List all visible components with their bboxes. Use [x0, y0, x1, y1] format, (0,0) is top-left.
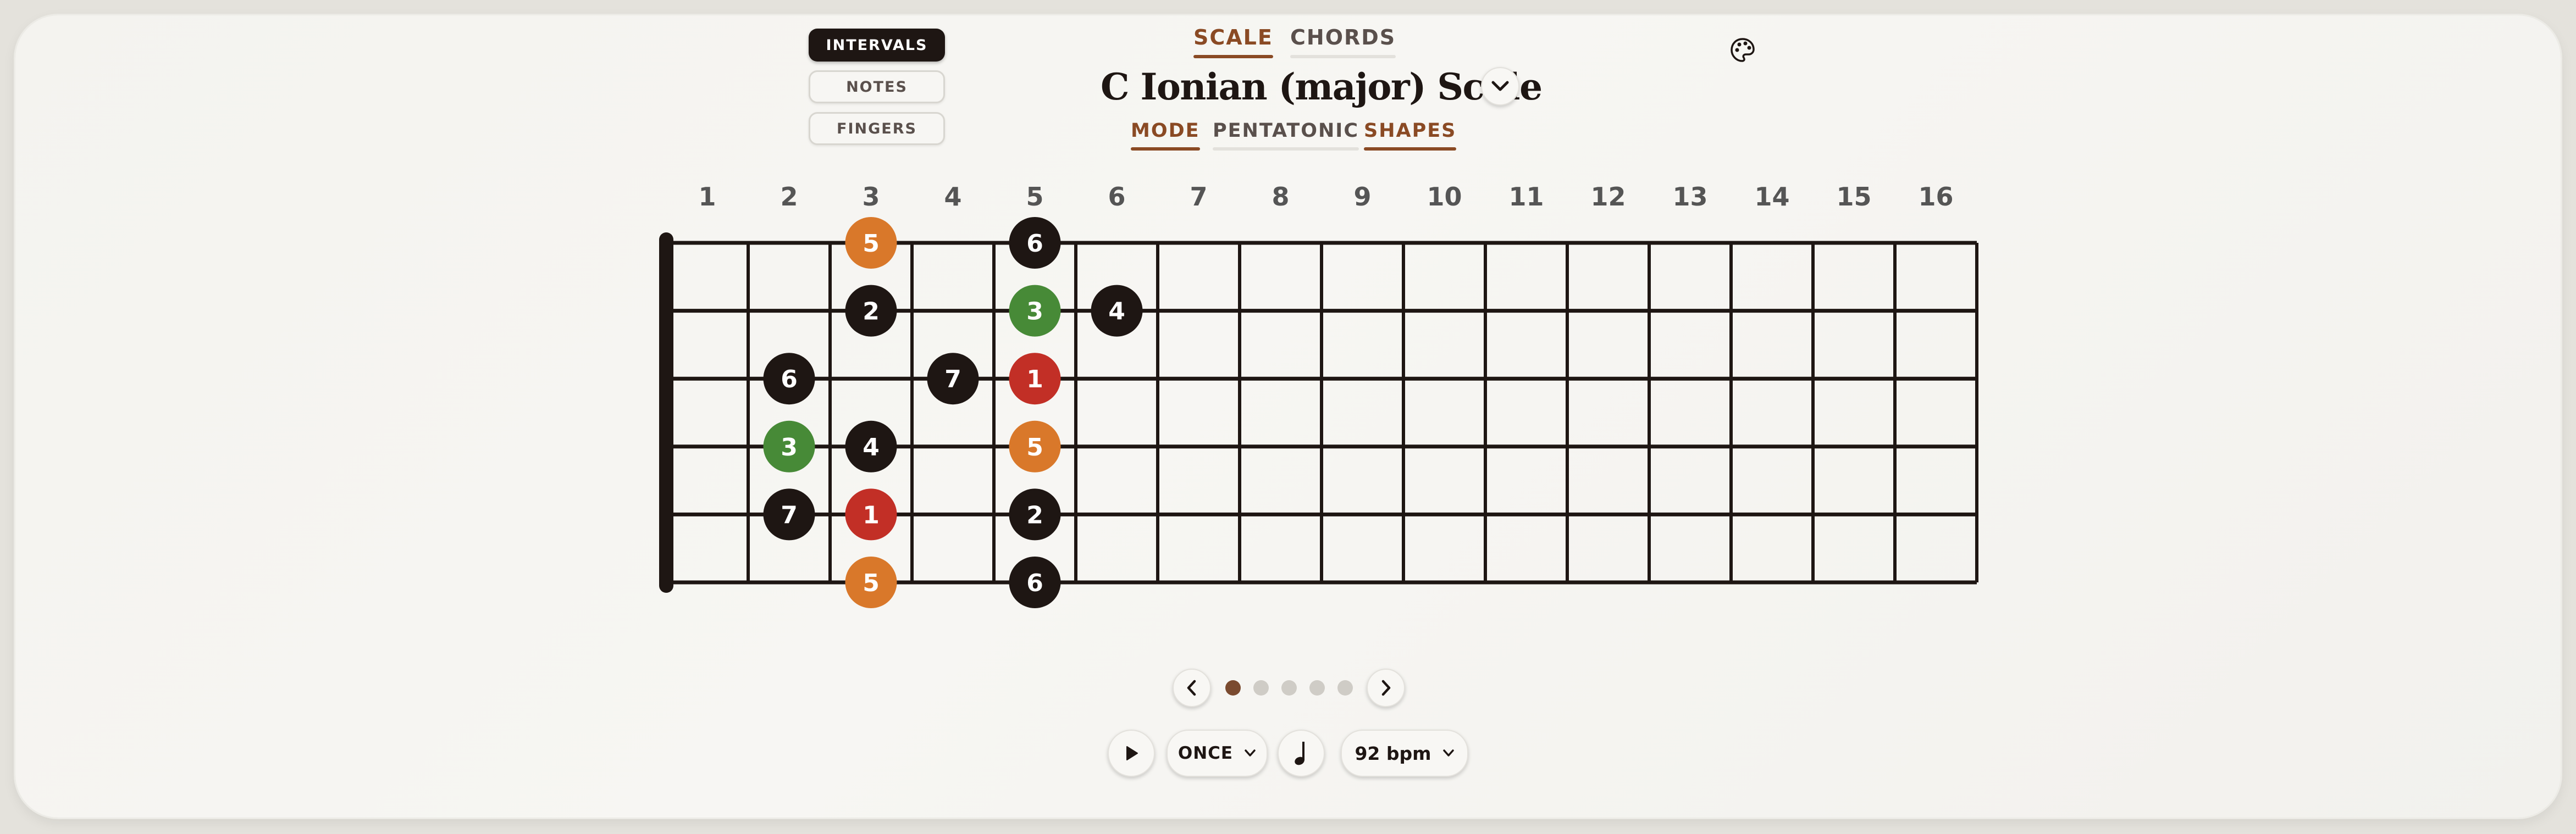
- fretboard: 1 2 3 4 5 6 7 8 9 10 11 12 13 14 15 165 62 3 46 7 13 4 57 1 25 6: [659, 182, 1978, 608]
- play-icon: [1126, 746, 1138, 760]
- pagination-dot[interactable]: [1253, 680, 1269, 696]
- note-label: 5: [1026, 433, 1043, 462]
- fret-number: 9: [1353, 182, 1371, 212]
- fret-number: 12: [1590, 182, 1626, 212]
- note-label: 1: [1026, 365, 1043, 393]
- note-label: 5: [863, 230, 880, 258]
- tempo-select[interactable]: 92 bpm: [1341, 730, 1468, 777]
- chevron-left-icon: [1187, 680, 1196, 696]
- note-label: 3: [1026, 298, 1043, 326]
- play-button[interactable]: [1108, 730, 1155, 777]
- repeat-select[interactable]: ONCE: [1167, 730, 1268, 777]
- note-label: 7: [781, 501, 798, 529]
- fret-number: 8: [1272, 182, 1289, 212]
- note-label: 2: [863, 298, 880, 326]
- chevron-down-icon: [1245, 749, 1256, 757]
- prev-shape-button[interactable]: [1173, 669, 1211, 707]
- note-label: 7: [944, 365, 961, 393]
- quarter-note-icon: [1295, 742, 1304, 765]
- fret-number: 3: [862, 182, 880, 212]
- note-label: 6: [1026, 569, 1043, 597]
- fret-number: 11: [1508, 182, 1544, 212]
- fret-number: 14: [1754, 182, 1789, 212]
- repeat-select-label: ONCE: [1178, 743, 1234, 763]
- note-label: 6: [1026, 230, 1043, 258]
- note-label: 5: [863, 569, 880, 597]
- next-shape-button[interactable]: [1367, 669, 1405, 707]
- tempo-select-label: 92 bpm: [1355, 742, 1431, 764]
- pagination-dot[interactable]: [1225, 680, 1241, 696]
- fret-number: 5: [1026, 182, 1043, 212]
- fret-number: 10: [1427, 182, 1462, 212]
- metronome-button[interactable]: [1278, 730, 1325, 777]
- fret-number: 4: [944, 182, 961, 212]
- note-label: 2: [1026, 501, 1043, 529]
- chevron-right-icon: [1381, 680, 1391, 696]
- pagination-dot[interactable]: [1281, 680, 1297, 696]
- chevron-down-icon: [1442, 749, 1454, 757]
- pagination-dot[interactable]: [1309, 680, 1325, 696]
- fret-number: 15: [1836, 182, 1871, 212]
- fret-number: 2: [780, 182, 798, 212]
- fret-number: 6: [1108, 182, 1125, 212]
- note-label: 6: [781, 365, 798, 393]
- note-label: 3: [781, 433, 798, 462]
- fret-number: 1: [698, 182, 716, 212]
- note-label: 1: [863, 501, 880, 529]
- fret-number: 7: [1190, 182, 1207, 212]
- pagination-dot[interactable]: [1337, 680, 1353, 696]
- fret-number: 16: [1918, 182, 1953, 212]
- fret-number: 13: [1672, 182, 1707, 212]
- note-label: 4: [1108, 298, 1125, 326]
- note-label: 4: [863, 433, 880, 462]
